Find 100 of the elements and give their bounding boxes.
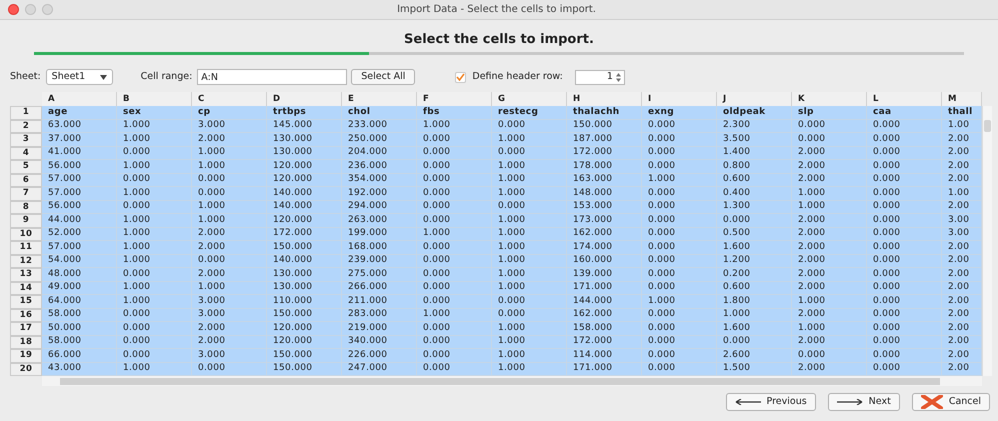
table-cell: 0.000 — [642, 160, 717, 174]
table-cell: 1.000 — [492, 133, 567, 146]
row-header[interactable]: 3 — [10, 133, 42, 146]
column-header[interactable]: B — [117, 92, 192, 106]
table-cell: 173.000 — [567, 214, 642, 228]
table-cell: 0.000 — [417, 322, 492, 336]
table-cell: 0.000 — [867, 322, 942, 336]
column-header[interactable]: H — [567, 92, 642, 106]
row-header[interactable]: 11 — [10, 241, 42, 254]
cell-range-field[interactable]: A:N — [197, 69, 348, 85]
row-header[interactable]: 1 — [10, 106, 42, 120]
table-cell: 1.000 — [117, 133, 192, 146]
table-cell: 1.000 — [642, 174, 717, 187]
table-cell: 3.00 — [942, 228, 982, 241]
table-cell: 1.000 — [492, 160, 567, 174]
table-cell: 0.000 — [867, 308, 942, 322]
table-cell: 0.000 — [417, 268, 492, 282]
table-cell: 0.000 — [192, 254, 267, 268]
column-header[interactable]: D — [267, 92, 342, 106]
row-header[interactable]: 17 — [10, 322, 42, 336]
row-header[interactable]: 20 — [10, 362, 42, 376]
table-cell: 1.000 — [192, 146, 267, 160]
table-cell: 37.000 — [42, 133, 117, 146]
row-header[interactable]: 19 — [10, 349, 42, 362]
table-cell: 2.00 — [942, 268, 982, 282]
right-arrow-icon — [836, 399, 863, 405]
table-cell: 0.000 — [117, 146, 192, 160]
row-header[interactable]: 14 — [10, 282, 42, 295]
table-cell: 2.00 — [942, 295, 982, 308]
close-window-icon[interactable] — [8, 4, 19, 15]
row-header[interactable]: 13 — [10, 268, 42, 282]
table-cell: 150.000 — [267, 362, 342, 376]
column-header[interactable]: A — [42, 92, 117, 106]
table-cell: 0.000 — [867, 241, 942, 254]
table-cell: sex — [117, 106, 192, 120]
header-row-spinner[interactable]: 1 — [574, 70, 625, 84]
table-cell: 1.000 — [192, 282, 267, 295]
table-cell: 120.000 — [267, 322, 342, 336]
row-header[interactable]: 9 — [10, 214, 42, 228]
column-header[interactable]: J — [717, 92, 792, 106]
row-header[interactable]: 15 — [10, 295, 42, 308]
cancel-button[interactable]: Cancel — [912, 393, 990, 411]
table-cell: 1.000 — [117, 295, 192, 308]
table-cell: 0.000 — [642, 362, 717, 376]
table-cell: 0.000 — [492, 146, 567, 160]
header-row-label: Define header row: — [472, 70, 563, 84]
vertical-scrollbar[interactable] — [982, 106, 992, 376]
row-header[interactable]: 10 — [10, 228, 42, 241]
column-header[interactable]: F — [417, 92, 492, 106]
column-header[interactable]: L — [867, 92, 942, 106]
row-header[interactable]: 12 — [10, 254, 42, 268]
row-header[interactable]: 18 — [10, 336, 42, 349]
column-header[interactable]: K — [792, 92, 867, 106]
column-header[interactable]: E — [342, 92, 417, 106]
table-cell: 172.000 — [567, 146, 642, 160]
horizontal-scrollbar[interactable] — [42, 376, 982, 386]
row-header[interactable]: 8 — [10, 200, 42, 214]
table-cell: 2.000 — [792, 146, 867, 160]
row-header[interactable]: 6 — [10, 174, 42, 187]
minimize-window-icon[interactable] — [25, 4, 36, 15]
table-cell: 199.000 — [342, 228, 417, 241]
row-header[interactable]: 2 — [10, 120, 42, 133]
table-cell: 0.000 — [642, 120, 717, 133]
row-header[interactable]: 16 — [10, 308, 42, 322]
zoom-window-icon[interactable] — [42, 4, 53, 15]
table-cell: 2.000 — [792, 362, 867, 376]
table-cell: 58.000 — [42, 336, 117, 349]
table-cell: restecg — [492, 106, 567, 120]
previous-button[interactable]: Previous — [726, 393, 816, 411]
table-cell: 163.000 — [567, 174, 642, 187]
table-cell: 0.000 — [492, 308, 567, 322]
column-header[interactable]: G — [492, 92, 567, 106]
table-cell: 0.000 — [642, 268, 717, 282]
table-cell: 0.000 — [867, 254, 942, 268]
sheet-dropdown[interactable]: Sheet1 — [46, 69, 113, 85]
row-header[interactable]: 5 — [10, 160, 42, 174]
select-all-button[interactable]: Select All — [351, 69, 416, 85]
table-cell: 120.000 — [267, 336, 342, 349]
table-cell: 120.000 — [267, 214, 342, 228]
column-header[interactable]: M — [942, 92, 982, 106]
table-cell: 63.000 — [42, 120, 117, 133]
next-button[interactable]: Next — [828, 393, 900, 411]
row-header[interactable]: 4 — [10, 146, 42, 160]
table-cell: 0.000 — [117, 200, 192, 214]
table-cell: 0.000 — [417, 160, 492, 174]
table-cell: 2.000 — [192, 241, 267, 254]
table-cell: 1.000 — [492, 268, 567, 282]
table-cell: 0.000 — [867, 349, 942, 362]
row-header[interactable]: 7 — [10, 187, 42, 200]
column-header[interactable]: C — [192, 92, 267, 106]
table-cell: 0.000 — [417, 174, 492, 187]
table-cell: 294.000 — [342, 200, 417, 214]
table-cell: 1.000 — [117, 254, 192, 268]
table-cell: 0.000 — [642, 241, 717, 254]
table-cell: 54.000 — [42, 254, 117, 268]
table-cell: 0.000 — [117, 322, 192, 336]
table-cell: 1.000 — [792, 295, 867, 308]
column-header[interactable]: I — [642, 92, 717, 106]
header-row-checkbox[interactable] — [455, 72, 466, 82]
sheet-label: Sheet: — [10, 70, 41, 84]
